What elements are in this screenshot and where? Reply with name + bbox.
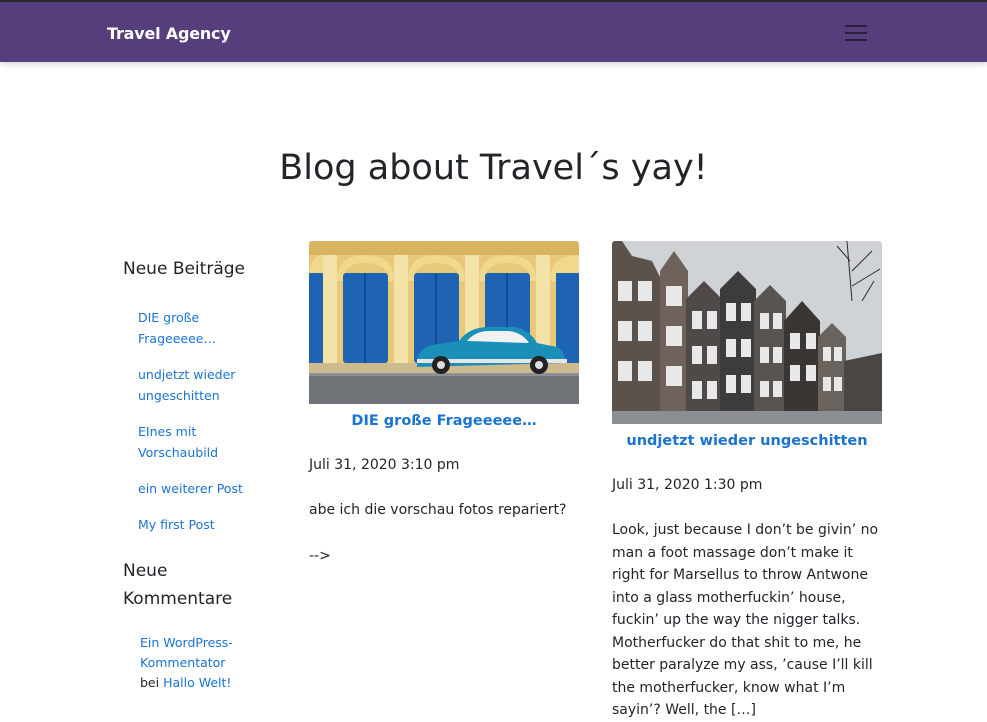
recent-post-link[interactable]: DIE große Frageeeee… — [138, 310, 216, 346]
post-title-link[interactable]: DIE große Frageeeee… — [351, 413, 536, 429]
list-item: DIE große Frageeeee… — [138, 307, 273, 349]
recent-comments-list: Ein WordPress-Kommentator bei Hallo Welt… — [140, 633, 273, 693]
page-title: Blog about Travel´s yay! — [279, 148, 708, 188]
list-item: Ein WordPress-Kommentator bei Hallo Welt… — [140, 633, 273, 693]
sidebar: Neue Beiträge DIE große Frageeeee… undje… — [123, 255, 273, 693]
list-item: EInes mit Vorschaubild — [138, 421, 273, 463]
recent-post-link[interactable]: EInes mit Vorschaubild — [138, 424, 218, 460]
recent-comments-title: Neue Kommentare — [123, 561, 233, 609]
recent-posts-title: Neue Beiträge — [123, 259, 245, 279]
list-item: ein weiterer Post — [138, 478, 273, 499]
recent-post-link[interactable]: ein weiterer Post — [138, 481, 243, 496]
comment-post-link[interactable]: Hallo Welt! — [163, 675, 231, 690]
post-extra-text: --> — [309, 547, 331, 564]
post-excerpt: abe ich die vorschau fotos repariert? — [309, 502, 567, 518]
brand-link[interactable]: Travel Agency — [107, 24, 231, 43]
post-title: undjetzt wieder ungeschitten — [612, 431, 882, 451]
recent-post-link[interactable]: undjetzt wieder ungeschitten — [138, 367, 235, 403]
post-date: Juli 31, 2020 3:10 pm — [309, 457, 460, 473]
post-card: undjetzt wieder ungeschitten Juli 31, 20… — [612, 241, 882, 722]
comment-author-link[interactable]: Ein WordPress-Kommentator — [140, 635, 233, 670]
recent-posts-list: DIE große Frageeeee… undjetzt wieder ung… — [138, 307, 273, 535]
navbar: Travel Agency — [0, 2, 987, 62]
post-card: DIE große Frageeeee… Juli 31, 2020 3:10 … — [309, 241, 579, 567]
hamburger-menu-icon[interactable] — [831, 15, 881, 51]
comment-connector: bei — [140, 675, 160, 690]
post-title: DIE große Frageeeee… — [309, 411, 579, 431]
list-item: undjetzt wieder ungeschitten — [138, 364, 273, 406]
post-thumbnail-canal-houses[interactable] — [612, 241, 882, 428]
post-date: Juli 31, 2020 1:30 pm — [612, 477, 763, 493]
post-excerpt: Look, just because I don’t be givin’ no … — [612, 522, 879, 718]
post-thumbnail-vintage-car[interactable] — [309, 241, 579, 408]
post-title-link[interactable]: undjetzt wieder ungeschitten — [626, 433, 867, 449]
recent-post-link[interactable]: My first Post — [138, 517, 215, 532]
list-item: My first Post — [138, 514, 273, 535]
